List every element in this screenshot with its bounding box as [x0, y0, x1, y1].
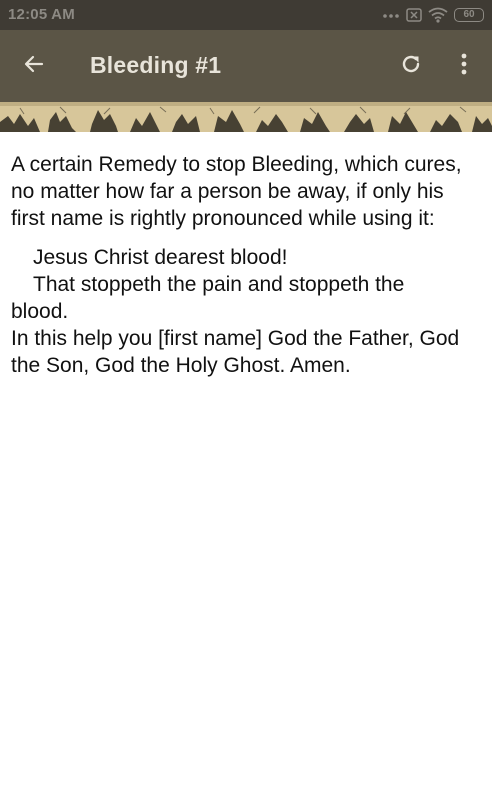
remedy-text: A certain Remedy to stop Bleeding, which… [11, 151, 483, 379]
banner-illustration [0, 102, 492, 132]
more-dots-icon [382, 11, 400, 19]
no-sim-icon [406, 8, 422, 22]
remedy-line-2: That stoppeth the pain and stoppeth the [33, 273, 405, 296]
status-time: 12:05 AM [8, 6, 75, 23]
overflow-menu-button[interactable] [450, 50, 478, 82]
remedy-line-1: Jesus Christ dearest blood! [33, 246, 288, 269]
page-title: Bleeding #1 [90, 52, 222, 78]
refresh-button[interactable] [394, 50, 428, 82]
refresh-icon [399, 52, 423, 81]
remedy-line-3: In this help you [first name] God the Fa… [11, 327, 460, 377]
back-button[interactable] [16, 50, 52, 82]
remedy-line-2-continued: blood. [11, 300, 69, 323]
battery-level: 60 [463, 9, 475, 20]
app-bar: Bleeding #1 [0, 30, 492, 102]
more-vert-icon [460, 52, 468, 81]
wifi-icon [428, 7, 448, 23]
status-bar: 12:05 AM 60 [0, 0, 492, 30]
arrow-back-icon [22, 52, 46, 81]
status-icons: 60 [382, 5, 484, 25]
battery-icon: 60 [454, 8, 484, 22]
engraving-banner-image [0, 102, 492, 132]
remedy-intro: A certain Remedy to stop Bleeding, which… [11, 153, 462, 230]
